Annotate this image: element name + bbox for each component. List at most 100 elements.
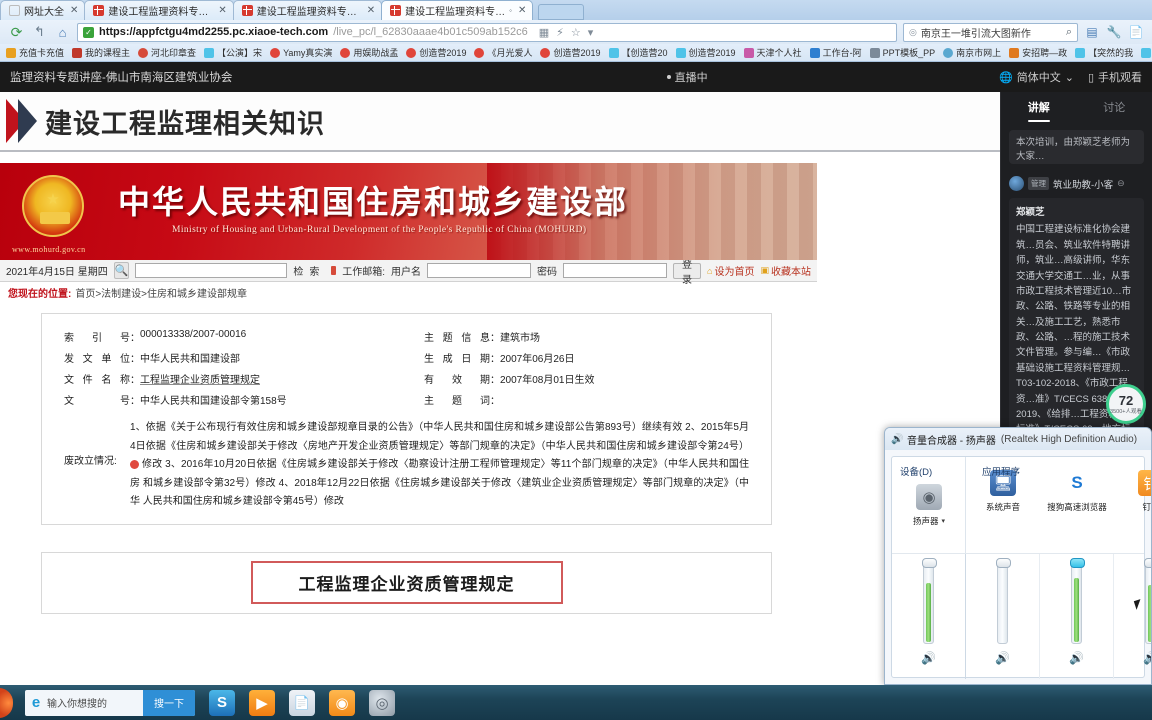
volume-slider-device[interactable] [922, 558, 937, 644]
bookmark-item[interactable]: 《月光爱人 [470, 46, 536, 59]
volume-slider-dingtalk[interactable] [1144, 558, 1151, 644]
taskbar-app-disc[interactable]: ◎ [363, 688, 401, 718]
volume-slider-system[interactable] [996, 558, 1011, 644]
add-favorite-link[interactable]: ▣ 收藏本站 [760, 263, 811, 278]
bookmark-item[interactable]: 【创造营20 [605, 46, 672, 59]
bookmark-item[interactable]: 创造营2019 [536, 46, 604, 59]
wrench-icon[interactable]: 🔧 [1106, 25, 1122, 39]
meta-key: 发文单位 [64, 354, 130, 365]
bookmark-item[interactable]: Yamy真实演 [266, 46, 336, 59]
volume-slider-sogou[interactable] [1070, 558, 1085, 644]
bookmark-item[interactable]: 【突然的我 [1071, 46, 1137, 59]
bookmark-item[interactable]: 充值卡充值 [2, 46, 68, 59]
slider-thumb[interactable] [996, 558, 1011, 568]
bookmark-item[interactable]: 天津个人社 [740, 46, 806, 59]
volume-on-icon[interactable]: 🔊 [921, 651, 936, 665]
slider-thumb[interactable] [1144, 558, 1151, 568]
taskbar-app-sogou[interactable]: S [203, 688, 241, 718]
meta-row: 索引号： 000013338/2007-00016 [64, 329, 247, 344]
chevron-down-icon[interactable]: ▾ [588, 26, 594, 39]
page-icon[interactable]: 📄 [1128, 25, 1144, 39]
bookmark-item[interactable]: 安招聘—政 [1005, 46, 1071, 59]
slider-cell-system-sounds[interactable]: 🔊 [966, 554, 1040, 679]
new-tab-button[interactable] [538, 4, 585, 20]
mobile-watch-label: 手机观看 [1098, 72, 1142, 84]
system-message: 本次培训，由郑颖芝老师为大家… [1009, 130, 1144, 164]
browser-tab-3-active[interactable]: 建设工程监理资料专… ◦ ✕ [381, 0, 534, 20]
bookmark-favicon [474, 47, 485, 58]
set-homepage-link[interactable]: ⌂ 设为首页 [707, 263, 754, 279]
mute-circle-icon[interactable]: ⊖ [1117, 178, 1125, 189]
gov-search-input[interactable] [135, 263, 288, 278]
tab-explanation[interactable]: 讲解 [1001, 92, 1077, 124]
bookmark-item[interactable]: PPT模板_PP [866, 46, 940, 59]
bookmark-label: Yamy真实演 [283, 48, 333, 58]
bookmark-favicon [340, 47, 351, 58]
bookmark-item[interactable]: 南京市网上 [939, 46, 1005, 59]
player-title: 监理资料专题讲座-佛山市南海区建筑业协会 [10, 72, 233, 84]
volume-mixer-window[interactable]: 🔊 音量合成器 - 扬声器 (Realtek High Definition A… [884, 427, 1152, 685]
bookmark-item[interactable]: 用娱助战孟 [336, 46, 402, 59]
bookmark-favicon [809, 47, 820, 58]
meta-row: 主题词： [424, 392, 749, 407]
address-bar[interactable]: ✓ https://appfctgu4md2255.pc.xiaoe-tech.… [77, 22, 897, 42]
tab-close-icon[interactable]: ✕ [70, 5, 78, 16]
taskbar-app-document[interactable]: 📄 [283, 688, 321, 718]
taskbar-app-player[interactable]: ▶ [243, 688, 281, 718]
lightning-icon[interactable]: ⚡ [556, 26, 564, 39]
tab-close-icon[interactable]: ✕ [218, 5, 226, 16]
gov-username-input[interactable] [427, 263, 532, 278]
taskbar-search-box[interactable]: e 输入你想搜的 搜一下 [25, 689, 195, 716]
bookmark-item[interactable]: 【公演】宋 [200, 46, 266, 59]
bookmark-item[interactable]: 创造营2019 [672, 46, 740, 59]
bookmark-item[interactable]: 我的课程主 [68, 46, 134, 59]
magnifier-icon[interactable]: ⌕ [1066, 26, 1072, 39]
meta-key: 有效期 [424, 375, 490, 386]
taskbar-search-button[interactable]: 搜一下 [143, 689, 195, 716]
slider-thumb[interactable] [922, 558, 937, 568]
bookmark-item[interactable]: 工作台-阿 [806, 46, 866, 59]
reload-icon[interactable]: ⟳ [8, 24, 25, 41]
speaker-device-icon: ◉ [916, 484, 942, 510]
gov-site-url: www.mohurd.gov.cn [12, 245, 86, 254]
start-orb-icon[interactable] [0, 687, 13, 718]
taskbar-app-camera[interactable]: ◉ [323, 688, 361, 718]
browser-tab-2[interactable]: 建设工程监理资料专题… ✕ [232, 0, 383, 20]
star-icon[interactable]: ☆ [571, 26, 581, 39]
tab-discussion[interactable]: 讨论 [1077, 92, 1152, 124]
document-icon: 📄 [289, 689, 315, 716]
qr-code-icon[interactable]: ▦ [539, 26, 549, 39]
slider-cell-sogou[interactable]: 🔊 [1040, 554, 1114, 679]
gov-search-button[interactable]: 检索 [293, 263, 325, 278]
magnifier-icon[interactable]: 🔍 [113, 262, 130, 279]
gov-password-input[interactable] [563, 263, 668, 278]
bookmark-favicon [943, 47, 954, 58]
app-label: 系统声音 [985, 502, 1020, 512]
browser-tab-1[interactable]: 建设工程监理资料专题… ✕ [84, 0, 234, 20]
volume-on-icon[interactable]: 🔊 [995, 651, 1010, 665]
bookmark-item[interactable]: 创造营2019 [402, 46, 470, 59]
browser-tab-0[interactable]: 网址大全 ✕ [0, 0, 86, 20]
slider-cell-device[interactable]: 🔊 [892, 554, 966, 679]
slider-cell-dingtalk[interactable]: 🔊 [1114, 554, 1151, 679]
tab-close-icon[interactable]: ✕ [518, 5, 526, 16]
bookmark-item[interactable]: 河北印章查 [134, 46, 200, 59]
mobile-watch-button[interactable]: ▯ 手机观看 [1088, 69, 1142, 85]
language-selector[interactable]: 🌐 简体中文 ⌄ [999, 69, 1074, 85]
bookmark-item[interactable]: 【突然的我 [1137, 46, 1152, 59]
gov-login-button[interactable]: 登录 [673, 260, 702, 286]
volume-on-icon[interactable]: 🔊 [1143, 651, 1151, 665]
bookmark-label: 《月光爱人 [487, 48, 533, 58]
extensions-icon[interactable]: ▤ [1084, 25, 1100, 39]
mixer-device-cell[interactable]: ◉ 扬声器 ▾ [892, 478, 966, 527]
taskbar-search-placeholder: 输入你想搜的 [47, 699, 107, 710]
tab-close-icon[interactable]: ✕ [367, 5, 375, 16]
back-arrow-icon[interactable]: ↰ [31, 24, 48, 41]
slider-thumb-selected[interactable] [1070, 558, 1085, 568]
tab-pin-icon[interactable]: ◦ [509, 6, 512, 15]
volume-on-icon[interactable]: 🔊 [1069, 651, 1084, 665]
omnibox-search-input[interactable]: ◎ 南京王一堆引流大图新作 ⌕ [903, 22, 1078, 42]
chevron-down-icon[interactable]: ▾ [942, 517, 946, 525]
bookmark-favicon [540, 47, 551, 58]
home-icon[interactable]: ⌂ [54, 24, 71, 41]
